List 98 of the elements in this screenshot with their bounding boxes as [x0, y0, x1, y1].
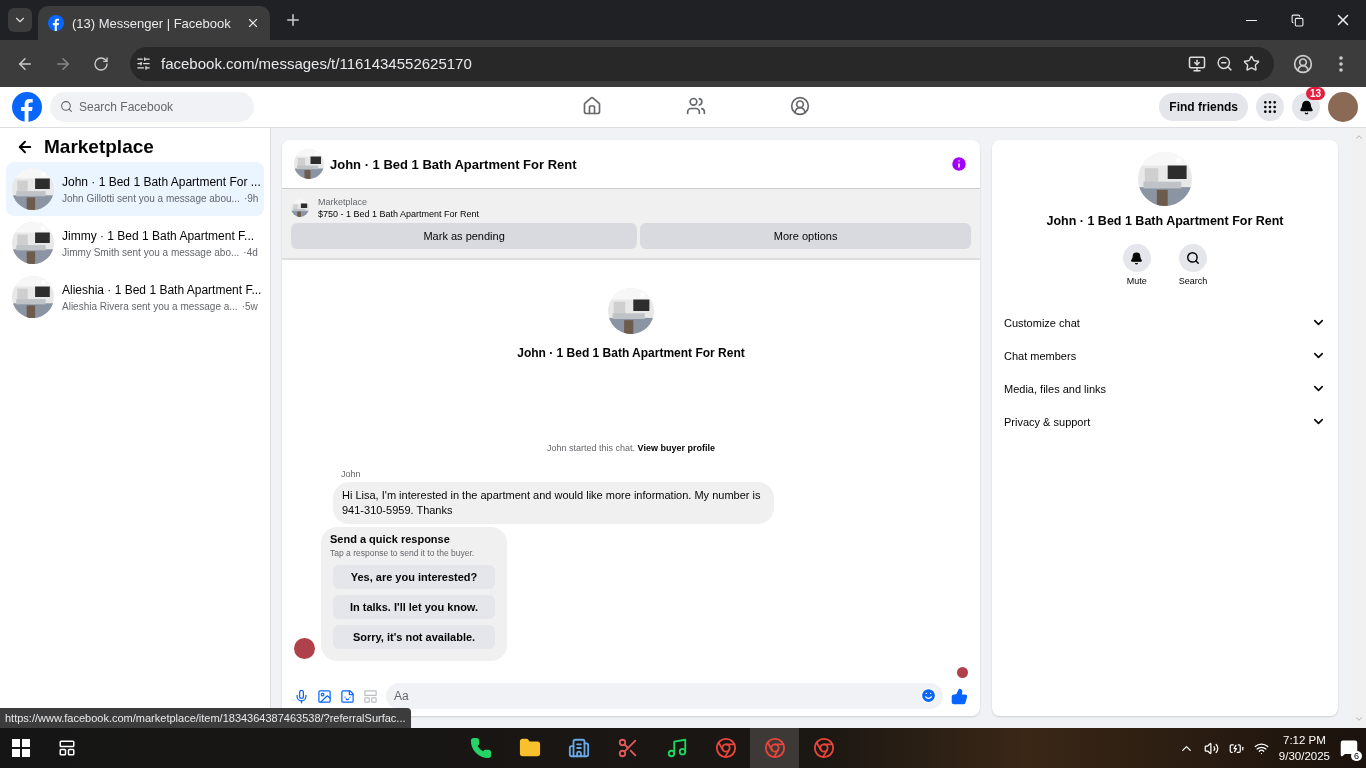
details-section[interactable]: Chat members	[1004, 339, 1326, 372]
info-icon[interactable]	[950, 155, 968, 173]
tab-title: (13) Messenger | Facebook	[72, 15, 232, 31]
conversation-item[interactable]: Jimmy · 1 Bed 1 Bath Apartment F... Jimmy Smith sent you a message abo... ·4d	[6, 216, 264, 270]
city-icon	[567, 737, 590, 759]
search-icon	[60, 100, 73, 113]
address-bar[interactable]: facebook.com/messages/t/1161434552625170	[130, 46, 1274, 81]
listing-label: Marketplace	[318, 197, 369, 207]
zoom-out-icon[interactable]	[1216, 55, 1233, 72]
plus-icon	[284, 11, 302, 29]
like-button[interactable]	[951, 687, 968, 705]
browser-tab[interactable]: (13) Messenger | Facebook	[38, 6, 270, 40]
profile-avatar[interactable]	[1328, 92, 1358, 122]
tab-search-button[interactable]	[8, 8, 32, 32]
volume-icon[interactable]	[1203, 740, 1219, 756]
listing-action-button[interactable]: More options	[640, 223, 971, 249]
seen-avatar	[957, 667, 968, 678]
scissors-icon	[616, 737, 639, 759]
clock-date: 9/30/2025	[1278, 749, 1330, 764]
intro-title: John · 1 Bed 1 Bath Apartment For Rent	[517, 346, 745, 360]
chat-title: John · 1 Bed 1 Bath Apartment For Rent	[330, 156, 578, 172]
notification-count: 6	[1351, 751, 1362, 761]
url-text: facebook.com/messages/t/1161434552625170	[161, 55, 473, 72]
buyer-profile-link[interactable]: View buyer profile	[637, 443, 715, 453]
clock-time: 7:12 PM	[1283, 733, 1326, 748]
sender-name: John	[341, 469, 362, 479]
home-icon	[582, 96, 602, 116]
action-label: Mute	[1126, 276, 1147, 286]
user-avatar	[294, 638, 315, 659]
action-label: Search	[1178, 276, 1208, 286]
find-friends-button[interactable]: Find friends	[1159, 93, 1248, 121]
conversation-preview: John Gillotti sent you a message abou...	[62, 192, 240, 204]
image-icon	[317, 688, 332, 704]
listing-title: $750 - 1 Bed 1 Bath Apartment For Rent	[318, 209, 480, 219]
restore-icon	[1290, 13, 1304, 27]
folder-icon	[518, 737, 541, 759]
conversation-preview: Jimmy Smith sent you a message abo...	[62, 246, 240, 258]
quick-response-button[interactable]: Yes, are you interested?	[333, 565, 495, 589]
voice-button[interactable]	[294, 688, 309, 704]
profile-icon	[1293, 53, 1313, 74]
mute-button[interactable]	[1122, 244, 1151, 272]
site-settings-icon[interactable]	[136, 56, 151, 71]
microphone-icon	[294, 688, 309, 704]
details-section[interactable]: Media, files and links	[1004, 372, 1326, 405]
quick-response-button[interactable]: Sorry, it's not available.	[333, 625, 495, 649]
bell-icon	[1130, 251, 1144, 265]
clock[interactable]: 7:12 PM 9/30/2025	[1278, 732, 1330, 764]
phone-icon	[469, 737, 492, 759]
back-icon[interactable]	[16, 138, 34, 156]
search-button[interactable]	[1179, 244, 1207, 272]
details-section[interactable]: Customize chat	[1004, 306, 1326, 339]
conversation-title: Jimmy · 1 Bed 1 Bath Apartment F...	[62, 228, 256, 243]
wifi-icon[interactable]	[1253, 740, 1269, 756]
search-icon	[1186, 251, 1200, 265]
conversation-title: John · 1 Bed 1 Bath Apartment For ...	[62, 174, 258, 189]
conversation-preview: Alieshia Rivera sent you a message a...	[62, 300, 238, 312]
message-bubble: Hi Lisa, I'm interested in the apartment and would like more information. My number is 941-310-5959. Thanks	[333, 482, 774, 524]
details-title: John · 1 Bed 1 Bath Apartment For Rent	[1046, 214, 1284, 228]
quick-response-title: Send a quick response	[330, 533, 451, 545]
task-view-icon[interactable]	[58, 739, 76, 757]
link-status-tooltip: https://www.facebook.com/marketplace/item/1834364387463538/?referralSurfac...	[0, 708, 411, 728]
photo-button[interactable]	[317, 688, 332, 704]
conversation-item[interactable]: John · 1 Bed 1 Bath Apartment For ... John Gillotti sent you a message abou... ·9h	[6, 162, 264, 216]
conversation-time: ·5w	[241, 300, 258, 312]
message-field[interactable]: Aa	[386, 683, 943, 709]
install-icon[interactable]	[1188, 54, 1206, 73]
chrome-icon	[714, 737, 737, 759]
menu-icon	[1339, 55, 1343, 72]
star-icon[interactable]	[1243, 55, 1260, 72]
windows-icon[interactable]	[12, 739, 30, 757]
notification-badge: 13	[1305, 87, 1325, 100]
quick-response-button[interactable]: In talks. I'll let you know.	[333, 595, 495, 619]
details-section[interactable]: Privacy & support	[1004, 405, 1326, 438]
grid-icon	[1262, 99, 1278, 115]
menu-button[interactable]	[1256, 93, 1284, 121]
sidebar-title: Marketplace	[44, 136, 154, 158]
minimize-icon	[1245, 19, 1257, 21]
groups-icon	[790, 96, 810, 116]
quick-response-hint: Tap a response to send it to the buyer.	[330, 548, 476, 558]
facebook-logo[interactable]	[12, 92, 42, 122]
sticker-icon	[340, 688, 355, 704]
thumbs-up-icon	[951, 687, 968, 705]
bell-icon	[1298, 99, 1314, 115]
notification-center-icon[interactable]	[1340, 739, 1358, 757]
listing-action-button[interactable]: Mark as pending	[291, 223, 638, 249]
reload-icon	[93, 55, 109, 72]
chat-started-text: John started this chat. View buyer profile	[546, 443, 716, 453]
close-icon[interactable]	[246, 16, 260, 30]
friends-icon	[686, 96, 706, 116]
music-icon	[665, 737, 688, 759]
conversation-time: ·9h	[243, 192, 259, 204]
conversation-time: ·4d	[243, 246, 258, 258]
search-field[interactable]: Search Facebook	[50, 92, 254, 122]
chrome-icon	[763, 737, 786, 759]
sticker-button[interactable]	[340, 688, 355, 704]
facebook-icon	[48, 15, 64, 31]
chrome-icon	[812, 737, 835, 759]
conversation-item[interactable]: Alieshia · 1 Bed 1 Bath Apartment F... Alieshia Rivera sent you a message a... ·5w	[6, 270, 264, 324]
